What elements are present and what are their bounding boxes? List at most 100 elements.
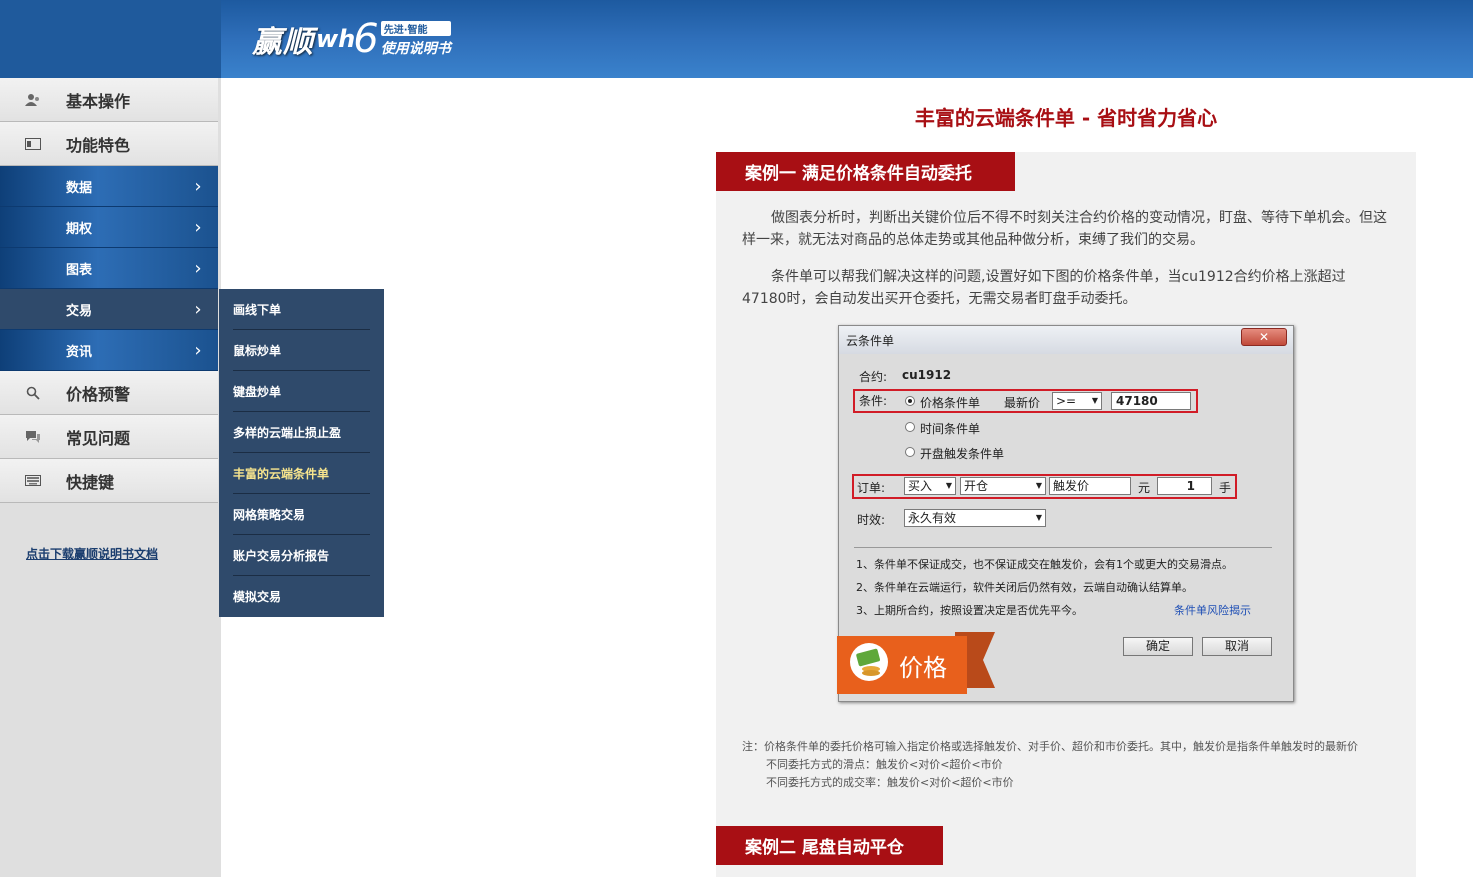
radio-time-condition[interactable] xyxy=(905,422,915,432)
nav-label: 常见问题 xyxy=(66,428,131,448)
sidebar: 基本操作 功能特色 数据 › 期权 › 图表 › 交易 › 资讯 › 价格预警 … xyxy=(0,78,221,877)
user-icon xyxy=(0,93,66,107)
nav-label: 价格预警 xyxy=(66,384,131,404)
unit-label: 手 xyxy=(1219,481,1232,495)
operator-value: >= xyxy=(1056,394,1077,408)
quantity-stepper[interactable]: 1 xyxy=(1157,477,1212,495)
rule-1: 1、条件单不保证成交，也不保证成交在触发价，会有1个或更大的交易滑点。 xyxy=(856,558,1233,571)
trading-flyout-menu: 画线下单 鼠标炒单 键盘炒单 多样的云端止损止盈 丰富的云端条件单 网格策略交易… xyxy=(219,289,384,617)
nav-faq[interactable]: 常见问题 xyxy=(0,415,218,459)
quantity-value: 1 xyxy=(1186,479,1195,493)
price-value: 47180 xyxy=(1116,394,1158,408)
cancel-button[interactable]: 取消 xyxy=(1202,637,1272,656)
download-manual-link[interactable]: 点击下载赢顺说明书文档 xyxy=(26,545,158,562)
nav-sub-news[interactable]: 资讯 › xyxy=(0,330,218,371)
validity-value: 永久有效 xyxy=(908,511,957,525)
flyout-item[interactable]: 模拟交易 xyxy=(233,576,370,617)
nav-sub-label: 资讯 xyxy=(66,344,93,360)
chevron-right-icon: › xyxy=(194,216,202,238)
header-left-block xyxy=(0,0,221,78)
chevron-right-icon: › xyxy=(194,175,202,197)
condition-label: 条件: xyxy=(859,394,888,408)
chevron-right-icon: › xyxy=(194,339,202,361)
logo-text: 赢顺 xyxy=(252,25,314,60)
flyout-item[interactable]: 画线下单 xyxy=(233,289,370,330)
price-type-value: 触发价 xyxy=(1053,479,1090,493)
nav-shortcuts[interactable]: 快捷键 xyxy=(0,459,218,503)
nav-price-alert[interactable]: 价格预警 xyxy=(0,371,218,415)
divider xyxy=(854,547,1272,548)
flyout-item[interactable]: 多样的云端止损止盈 xyxy=(233,412,370,453)
radio-price-condition[interactable] xyxy=(905,396,915,406)
badge-text: 价格 xyxy=(899,653,947,682)
nav-label: 功能特色 xyxy=(66,135,131,155)
nav-sub-trading[interactable]: 交易 › xyxy=(0,289,218,330)
radio-open-condition[interactable] xyxy=(905,447,915,457)
contract-value: cu1912 xyxy=(902,368,952,382)
paragraph-2: 条件单可以帮我们解决这样的问题,设置好如下图的价格条件单，当cu1912合约价格… xyxy=(742,269,1346,307)
case2-heading: 案例二 尾盘自动平仓 xyxy=(716,826,943,865)
flyout-item[interactable]: 账户交易分析报告 xyxy=(233,535,370,576)
header-bar: 赢顺 wh 6 先进·智能 使用说明书 xyxy=(0,0,1473,78)
note-block: 注：价格条件单的委托价格可输入指定价格或选择触发价、对手价、超价和市价委托。其中… xyxy=(742,738,1388,792)
offset-value: 开仓 xyxy=(964,479,989,493)
radio-open-label: 开盘触发条件单 xyxy=(920,447,1005,461)
contract-label: 合约: xyxy=(859,370,888,384)
nav-sub-label: 数据 xyxy=(66,180,93,196)
keyboard-icon xyxy=(0,475,66,486)
operator-select[interactable]: >= ▼ xyxy=(1052,392,1102,410)
direction-select[interactable]: 买入 ▼ xyxy=(904,477,956,495)
flyout-item[interactable]: 鼠标炒单 xyxy=(233,330,370,371)
flyout-item[interactable]: 网格策略交易 xyxy=(233,494,370,535)
validity-select[interactable]: 永久有效 ▼ xyxy=(904,509,1046,527)
flyout-item[interactable]: 键盘炒单 xyxy=(233,371,370,412)
case1-heading: 案例一 满足价格条件自动委托 xyxy=(716,152,1015,191)
dialog-title: 云条件单 xyxy=(839,326,1293,354)
nav-sub-label: 交易 xyxy=(66,303,93,319)
nav-sub-charts[interactable]: 图表 › xyxy=(0,248,218,289)
card-icon xyxy=(0,137,66,150)
nav-label: 基本操作 xyxy=(66,91,131,111)
note-line-3: 不同委托方式的成交率：触发价<对价<超价<市价 xyxy=(766,776,1014,789)
direction-value: 买入 xyxy=(908,479,933,493)
close-icon[interactable]: ✕ xyxy=(1241,328,1287,346)
rule-2: 2、条件单在云端运行，软件关闭后仍然有效，云端自动确认结算单。 xyxy=(856,581,1193,594)
note-line-2: 不同委托方式的滑点：触发价<对价<超价<市价 xyxy=(766,758,1003,771)
offset-select[interactable]: 开仓 ▼ xyxy=(960,477,1046,495)
radio-time-label: 时间条件单 xyxy=(920,422,981,436)
logo[interactable]: 赢顺 wh 6 先进·智能 使用说明书 xyxy=(252,14,451,64)
chevron-down-icon: ▼ xyxy=(1091,396,1098,405)
price-type-spinner[interactable]: 触发价 xyxy=(1049,477,1131,495)
latest-price-label: 最新价 xyxy=(1004,396,1041,410)
chevron-down-icon: ▼ xyxy=(1035,481,1042,490)
radio-price-label: 价格条件单 xyxy=(920,396,981,410)
money-icon xyxy=(849,642,889,688)
nav-sub-data[interactable]: 数据 › xyxy=(0,166,218,207)
note-line-1: 注：价格条件单的委托价格可输入指定价格或选择触发价、对手价、超价和市价委托。其中… xyxy=(742,740,1358,753)
order-label: 订单: xyxy=(857,481,886,495)
chat-icon xyxy=(0,430,66,444)
chevron-right-icon: › xyxy=(194,298,202,320)
chevron-down-icon: ▼ xyxy=(945,481,952,490)
search-icon xyxy=(0,386,66,400)
nav-features[interactable]: 功能特色 xyxy=(0,122,218,166)
logo-tag-2: 使用说明书 xyxy=(380,40,451,57)
chevron-down-icon: ▼ xyxy=(1035,513,1042,522)
nav-sub-options[interactable]: 期权 › xyxy=(0,207,218,248)
nav-sub-label: 期权 xyxy=(66,221,93,237)
price-input[interactable]: 47180 xyxy=(1111,392,1191,410)
nav-basic-operations[interactable]: 基本操作 xyxy=(0,78,218,122)
logo-six: 6 xyxy=(353,16,379,62)
logo-tagline: 先进·智能 使用说明书 xyxy=(380,20,451,58)
risk-disclosure-link[interactable]: 条件单风险揭示 xyxy=(1174,602,1251,618)
rule-3: 3、上期所合约，按照设置决定是否优先平今。 xyxy=(856,604,1083,617)
currency-label: 元 xyxy=(1138,481,1151,495)
logo-tag-1: 先进·智能 xyxy=(380,20,451,36)
paragraph-1: 做图表分析时，判断出关键价位后不得不时刻关注合约价格的变动情况，盯盘、等待下单机… xyxy=(742,210,1387,248)
chevron-right-icon: › xyxy=(194,257,202,279)
flyout-item-current[interactable]: 丰富的云端条件单 xyxy=(233,453,370,494)
nav-label: 快捷键 xyxy=(66,472,115,492)
ok-button[interactable]: 确定 xyxy=(1123,637,1193,656)
page-title: 丰富的云端条件单 - 省时省力省心 xyxy=(914,106,1218,130)
logo-wh: wh xyxy=(316,25,356,53)
